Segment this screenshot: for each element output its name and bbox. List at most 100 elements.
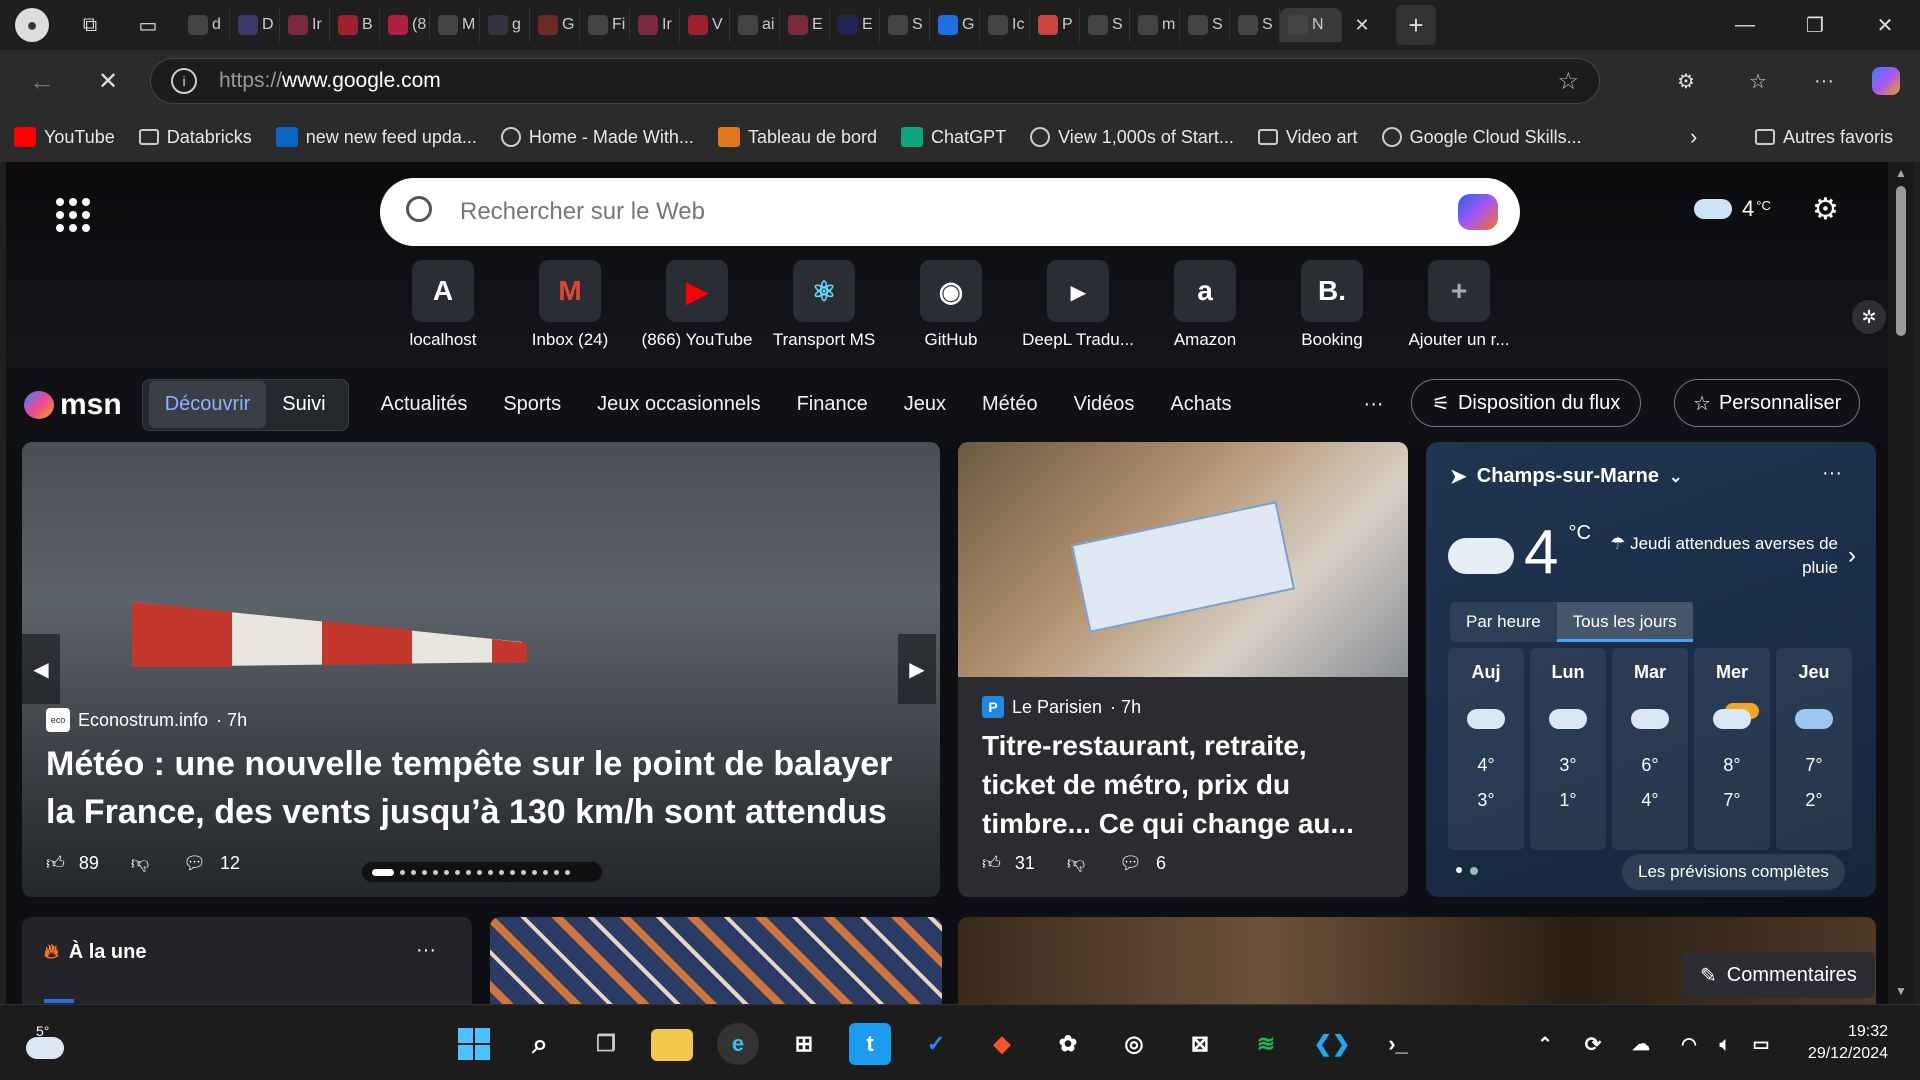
browser-tab[interactable]: V: [680, 8, 730, 42]
more-categories-button[interactable]: ···: [1364, 393, 1384, 416]
feedback-button[interactable]: ✎ Commentaires: [1682, 952, 1875, 998]
quick-link[interactable]: ◉ GitHub: [888, 260, 1014, 350]
msn-nav-item[interactable]: Actualités: [381, 393, 468, 416]
close-tab-icon[interactable]: ✕: [1342, 5, 1382, 45]
file-explorer-icon[interactable]: [651, 1029, 693, 1061]
quick-link[interactable]: Alocalhost: [380, 260, 506, 350]
comment-icon[interactable]: 💬︎: [1119, 853, 1142, 874]
workspaces-icon[interactable]: ⧉: [70, 5, 110, 45]
new-tab-button[interactable]: +: [1396, 5, 1436, 45]
weather-alert[interactable]: ☂ Jeudi attendues averses de pluie: [1608, 532, 1838, 580]
app-ring-icon[interactable]: ◎: [1113, 1023, 1155, 1065]
tab-par-heure[interactable]: Par heure: [1450, 602, 1557, 642]
vscode-icon[interactable]: ❮❯: [1311, 1023, 1353, 1065]
favorite-item[interactable]: View 1,000s of Start...: [1030, 127, 1234, 148]
forecast-day[interactable]: Mar 6° 4°: [1612, 648, 1688, 850]
carousel-dots[interactable]: [362, 862, 602, 882]
scroll-down-icon[interactable]: ▼: [1888, 984, 1914, 998]
settings-gear-icon[interactable]: ⚙: [1812, 192, 1839, 227]
background-toggle-icon[interactable]: ✲: [1852, 300, 1886, 334]
tab-suivi[interactable]: Suivi: [266, 381, 341, 428]
carousel-next-button[interactable]: ▶: [898, 634, 936, 704]
start-icon[interactable]: [453, 1023, 495, 1065]
msn-nav-item[interactable]: Météo: [982, 393, 1038, 416]
apps-launcher-icon[interactable]: [56, 198, 90, 232]
browser-tab[interactable]: (8: [380, 8, 430, 42]
weather-current[interactable]: 4 °C: [1448, 522, 1591, 584]
terminal-icon[interactable]: ›_: [1377, 1023, 1419, 1065]
back-button[interactable]: ←: [22, 61, 62, 101]
browser-tab[interactable]: ai: [730, 8, 780, 42]
side-article-title[interactable]: Titre-restaurant, retraite, ticket de mé…: [982, 726, 1382, 843]
favorite-item[interactable]: new new feed upda...: [275, 127, 477, 148]
browser-tab[interactable]: m: [1130, 8, 1180, 42]
extensions-icon[interactable]: ⚙: [1666, 61, 1706, 101]
app-x-icon[interactable]: ⊠: [1179, 1023, 1221, 1065]
comment-icon[interactable]: 💬︎: [183, 853, 206, 874]
tab-tous-les-jours[interactable]: Tous les jours: [1556, 602, 1693, 642]
other-favorites[interactable]: Autres favoris: [1755, 127, 1893, 148]
msn-nav-item[interactable]: Jeux: [904, 393, 946, 416]
forecast-day[interactable]: Lun 3° 1°: [1530, 648, 1606, 850]
browser-tab[interactable]: B: [330, 8, 380, 42]
favorite-star-icon[interactable]: ☆: [1557, 67, 1579, 96]
todo-icon[interactable]: ✓: [915, 1023, 957, 1065]
quick-link[interactable]: ▶ (866) YouTube: [634, 260, 760, 350]
browser-tab[interactable]: g: [480, 8, 530, 42]
msn-nav-item[interactable]: Vidéos: [1074, 393, 1135, 416]
minimize-button[interactable]: —: [1710, 5, 1780, 45]
battery-icon[interactable]: ▭: [1740, 1023, 1782, 1065]
msn-logo[interactable]: msn: [24, 388, 122, 422]
browser-tab[interactable]: N: [1280, 8, 1342, 42]
article-source[interactable]: P Le Parisien · 7h: [982, 696, 1141, 718]
weather-location[interactable]: ➤ Champs-sur-Marne ⌄: [1450, 464, 1682, 489]
article-source[interactable]: eco Econostrum.info · 7h: [46, 708, 247, 732]
favorites-icon[interactable]: ☆: [1738, 61, 1778, 101]
hero-article-card[interactable]: ◀ ▶ eco Econostrum.info · 7h Météo : une …: [22, 442, 940, 897]
feed-layout-button[interactable]: ⚟ Disposition du flux: [1411, 379, 1642, 427]
browser-tab[interactable]: G: [530, 8, 580, 42]
sync-icon[interactable]: ⟳: [1572, 1023, 1614, 1065]
page-scrollbar[interactable]: ▲ ▼: [1888, 162, 1914, 1004]
hero-article-title[interactable]: Météo : une nouvelle tempête sur le poin…: [46, 740, 926, 836]
like-icon[interactable]: 👍︎: [982, 852, 1001, 874]
favorite-item[interactable]: Google Cloud Skills...: [1381, 127, 1582, 148]
twitter-icon[interactable]: t: [849, 1023, 891, 1065]
browser-tab[interactable]: Ir: [630, 8, 680, 42]
browser-tab[interactable]: E: [830, 8, 880, 42]
chevron-up-icon[interactable]: ⌃: [1524, 1023, 1566, 1065]
promo-image-card[interactable]: [490, 917, 942, 1004]
edge-icon[interactable]: e: [717, 1023, 759, 1065]
quick-link[interactable]: ⚛ Transport MS: [761, 260, 887, 350]
favorite-item[interactable]: ChatGPT: [901, 127, 1006, 148]
chevron-right-icon[interactable]: ›: [1690, 124, 1697, 150]
favorite-item[interactable]: YouTube: [14, 127, 115, 148]
scroll-up-icon[interactable]: ▲: [1888, 166, 1914, 180]
profile-avatar[interactable]: ●: [12, 5, 52, 45]
browser-tab[interactable]: Ic: [980, 8, 1030, 42]
brave-icon[interactable]: ◆: [981, 1023, 1023, 1065]
header-weather[interactable]: 4 °C: [1694, 196, 1771, 222]
favorite-item[interactable]: Tableau de bord: [717, 127, 877, 148]
pager-dots[interactable]: [1456, 867, 1478, 875]
browser-tab[interactable]: d: [180, 8, 230, 42]
browser-tab[interactable]: S: [1180, 8, 1230, 42]
side-article-card[interactable]: P Le Parisien · 7h Titre-restaurant, retr…: [958, 442, 1408, 897]
taskbar-weather[interactable]: 5°: [26, 1023, 64, 1059]
clock[interactable]: 19:32 29/12/2024: [1792, 1021, 1888, 1065]
favorite-item[interactable]: Databricks: [138, 127, 252, 148]
browser-tab[interactable]: S: [1080, 8, 1130, 42]
forecast-day[interactable]: Jeu 7° 2°: [1776, 648, 1852, 850]
site-info-icon[interactable]: i: [171, 68, 197, 94]
quick-link[interactable]: a Amazon: [1142, 260, 1268, 350]
browser-tab[interactable]: P: [1030, 8, 1080, 42]
forecast-day[interactable]: Mer 8° 7°: [1694, 648, 1770, 850]
close-window-button[interactable]: ✕: [1850, 5, 1920, 45]
msn-nav-item[interactable]: Jeux occasionnels: [597, 393, 760, 416]
quick-link[interactable]: B. Booking: [1269, 260, 1395, 350]
browser-tab[interactable]: E: [780, 8, 830, 42]
like-icon[interactable]: 👍︎: [46, 852, 65, 874]
browser-tab[interactable]: S: [880, 8, 930, 42]
quick-link[interactable]: ▸ DeepL Tradu...: [1015, 260, 1141, 350]
web-search-box[interactable]: Rechercher sur le Web: [380, 178, 1520, 246]
